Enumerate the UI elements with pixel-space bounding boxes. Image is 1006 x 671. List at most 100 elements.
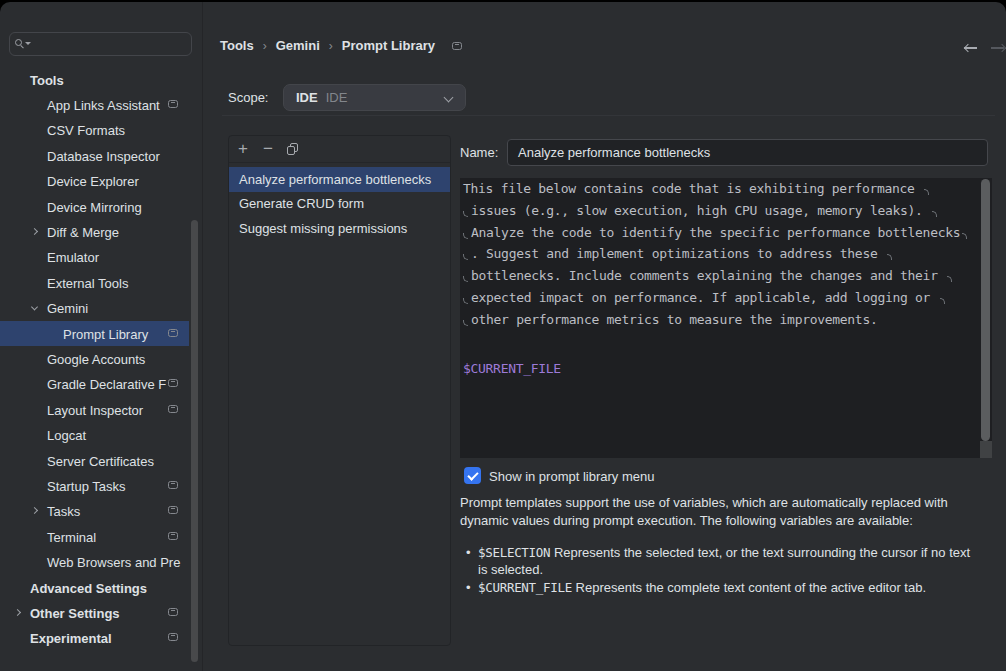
sidebar-item-gradle-declarative-f[interactable]: Gradle Declarative F [0,372,202,397]
sidebar-item-label: Emulator [47,250,99,265]
breadcrumb-separator: › [329,39,333,53]
sidebar-item-label: Database Inspector [47,148,160,163]
window-icon [452,42,462,50]
name-input[interactable]: Analyze performance bottlenecks [507,139,988,166]
soft-wrap-icon [463,254,468,260]
sidebar-item-web-browsers-and-pre[interactable]: Web Browsers and Pre [0,550,202,575]
window-icon [168,481,178,489]
variable-bullet-continuation: is selected. [460,561,970,578]
sidebar-item-label: Terminal [47,529,96,544]
sidebar-item-layout-inspector[interactable]: Layout Inspector [0,397,202,422]
sidebar-item-external-tools[interactable]: External Tools [0,270,202,295]
sidebar-item-app-links-assistant[interactable]: App Links Assistant [0,92,202,117]
breadcrumb-tools[interactable]: Tools [220,38,254,53]
chevron-right-icon[interactable] [14,609,21,616]
window-icon [168,405,178,413]
sidebar-item-csv-formats[interactable]: CSV Formats [0,118,202,143]
sidebar-item-tasks[interactable]: Tasks [0,499,202,524]
sidebar-item-device-explorer[interactable]: Device Explorer [0,169,202,194]
editor-line [463,331,992,359]
sidebar: Tools App Links Assistant CSV Formats Datab… [0,2,202,671]
chevron-down-icon[interactable] [31,304,38,311]
name-label: Name: [460,145,498,160]
sidebar-item-prompt-library[interactable]: Prompt Library [0,321,189,346]
add-prompt-button[interactable]: + [235,141,251,157]
scope-value: IDE [296,90,318,105]
sidebar-item-label: Google Accounts [47,351,145,366]
window-icon [168,633,178,641]
editor-line: This file below contains code that is ex… [463,178,992,200]
sidebar-item-gemini[interactable]: Gemini [0,296,202,321]
sidebar-item-advanced-settings[interactable]: Advanced Settings [0,575,202,600]
window-icon [168,329,178,337]
editor-line: $CURRENT_FILE [463,358,992,380]
editor-line: Analyze the code to identify the specifi… [463,222,992,244]
sidebar-item-device-mirroring[interactable]: Device Mirroring [0,194,202,219]
soft-wrap-icon [463,320,468,326]
copy-prompt-button[interactable] [287,143,299,156]
soft-wrap-icon [962,233,967,239]
search-input[interactable] [9,32,192,56]
sidebar-item-diff-merge[interactable]: Diff & Merge [0,219,202,244]
prompt-item-suggest-missing-permissions[interactable]: Suggest missing permissions [229,216,450,241]
sidebar-item-label: Web Browsers and Pre [47,555,180,570]
soft-wrap-icon [924,189,929,195]
search-icon [15,39,27,51]
sidebar-item-label: Gradle Declarative F [47,377,166,392]
sidebar-item-label: App Links Assistant [47,97,160,112]
window-icon [168,608,178,616]
show-in-menu-label: Show in prompt library menu [489,469,654,484]
sidebar-item-label: Logcat [47,428,86,443]
sidebar-item-terminal[interactable]: Terminal [0,524,202,549]
show-in-menu-checkbox[interactable] [464,467,481,484]
sidebar-item-label: Other Settings [30,605,120,620]
sidebar-divider [202,2,203,671]
editor-line: bottlenecks. Include comments explaining… [463,265,992,287]
remove-prompt-button[interactable]: − [260,141,276,157]
sidebar-item-label: External Tools [47,275,128,290]
forward-arrow-icon[interactable] [991,43,1005,53]
sidebar-item-label: Server Certificates [47,453,154,468]
description-text: Prompt templates support the use of vari… [460,494,948,529]
sidebar-item-database-inspector[interactable]: Database Inspector [0,143,202,168]
scope-label: Scope: [228,90,268,105]
description-line: Prompt templates support the use of vari… [460,494,948,512]
window-icon [168,532,178,540]
sidebar-item-experimental[interactable]: Experimental [0,626,202,651]
sidebar-item-label: Experimental [30,631,112,646]
prompt-item-generate-crud-form[interactable]: Generate CRUD form [229,192,450,217]
editor-scrollbar-track[interactable] [980,441,992,458]
prompt-list-toolbar: + − [229,136,450,163]
prompt-item-analyze-performance-bottlenecks[interactable]: Analyze performance bottlenecks [229,167,450,192]
sidebar-item-google-accounts[interactable]: Google Accounts [0,346,202,371]
sidebar-scrollbar[interactable] [191,220,198,662]
chevron-right-icon[interactable] [31,507,38,514]
settings-window: Tools App Links Assistant CSV Formats Datab… [0,2,1006,671]
editor-scrollbar[interactable] [981,179,990,441]
sidebar-item-label: CSV Formats [47,123,125,138]
breadcrumb: Tools›Gemini›Prompt Library [220,37,462,54]
sidebar-item-logcat[interactable]: Logcat [0,423,202,448]
window-icon [168,100,178,108]
sidebar-item-other-settings[interactable]: Other Settings [0,600,202,625]
soft-wrap-icon [947,276,952,282]
sidebar-item-server-certificates[interactable]: Server Certificates [0,448,202,473]
sidebar-item-label: Device Explorer [47,174,139,189]
sidebar-item-startup-tasks[interactable]: Startup Tasks [0,473,202,498]
breadcrumb-prompt-library[interactable]: Prompt Library [342,38,435,53]
sidebar-item-tools[interactable]: Tools [0,67,202,92]
scope-select[interactable]: IDE IDE [283,84,466,111]
variable-bullet-selection: •$SELECTION Represents the selected text… [460,544,970,561]
chevron-right-icon[interactable] [31,228,38,235]
back-arrow-icon[interactable] [964,43,978,53]
scope-value-hint: IDE [326,90,348,105]
breadcrumb-gemini[interactable]: Gemini [276,38,320,53]
header-separator [222,115,995,116]
sidebar-item-emulator[interactable]: Emulator [0,245,202,270]
soft-wrap-icon [940,298,945,304]
sidebar-item-label: Layout Inspector [47,402,143,417]
prompt-list-panel: + − Analyze performance bottlenecksGener… [228,135,451,646]
soft-wrap-icon [887,254,892,260]
prompt-text-editor[interactable]: This file below contains code that is ex… [460,178,992,458]
soft-wrap-icon [463,211,468,217]
